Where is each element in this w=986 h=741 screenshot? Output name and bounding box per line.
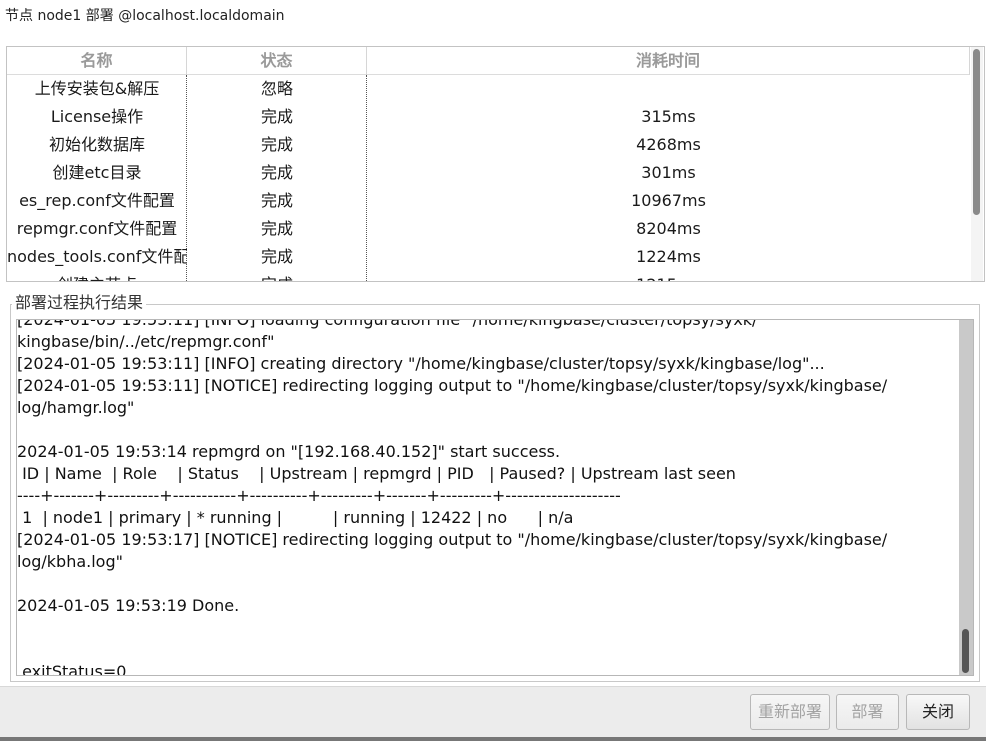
window-title: 节点 node1 部署 @localhost.localdomain xyxy=(5,8,285,24)
column-header-status[interactable]: 状态 xyxy=(187,47,367,75)
log-scrollbar[interactable] xyxy=(959,320,973,675)
log-scrollbar-thumb[interactable] xyxy=(962,629,969,673)
table-row[interactable]: 上传安装包&解压 忽略 xyxy=(7,75,970,103)
step-name: 创建etc目录 xyxy=(52,163,142,182)
table-row[interactable]: repmgr.conf文件配置 完成 8204ms xyxy=(7,215,970,243)
step-status: 完成 xyxy=(260,247,293,266)
step-name: 初始化数据库 xyxy=(48,135,145,154)
step-time: 1215ms xyxy=(367,271,970,281)
step-status: 完成 xyxy=(260,191,293,210)
column-header-time[interactable]: 消耗时间 xyxy=(367,47,970,75)
step-status: 完成 xyxy=(187,271,367,281)
deploy-button[interactable]: 部署 xyxy=(836,694,899,730)
table-row[interactable]: License操作 完成 315ms xyxy=(7,103,970,131)
step-time: 301ms xyxy=(641,163,696,182)
log-output-text: [2024-01-05 19:53:11] [INFO] loading con… xyxy=(17,319,888,676)
step-time: 1224ms xyxy=(636,247,701,266)
step-name: 创建主节点 xyxy=(7,271,187,281)
step-name: 上传安装包&解压 xyxy=(34,79,160,98)
step-time: 8204ms xyxy=(636,219,701,238)
step-status: 完成 xyxy=(260,107,293,126)
result-group-label: 部署过程执行结果 xyxy=(12,293,147,313)
column-divider xyxy=(186,75,187,281)
step-time: 4268ms xyxy=(636,135,701,154)
table-body: 上传安装包&解压 忽略 License操作 完成 315ms 初始化数据库 完成… xyxy=(7,75,970,281)
column-header-name[interactable]: 名称 xyxy=(7,47,187,75)
table-header: 名称 状态 消耗时间 xyxy=(7,47,970,75)
step-time: 10967ms xyxy=(631,191,706,210)
table-row[interactable]: nodes_tools.conf文件配置 完成 1224ms xyxy=(7,243,970,271)
table-scrollbar[interactable] xyxy=(971,47,983,281)
table-row[interactable]: 创建etc目录 完成 301ms xyxy=(7,159,970,187)
table-row[interactable]: 初始化数据库 完成 4268ms xyxy=(7,131,970,159)
log-output-area[interactable]: [2024-01-05 19:53:11] [INFO] loading con… xyxy=(16,319,974,676)
step-status: 完成 xyxy=(260,135,293,154)
step-status: 完成 xyxy=(260,163,293,182)
window-bottom-edge xyxy=(0,737,986,741)
step-status: 完成 xyxy=(260,219,293,238)
step-name: repmgr.conf文件配置 xyxy=(16,219,178,238)
table-row[interactable]: 创建主节点 完成 1215ms xyxy=(7,271,970,281)
table-scrollbar-thumb[interactable] xyxy=(973,49,980,215)
step-name: nodes_tools.conf文件配置 xyxy=(7,247,187,266)
redeploy-button[interactable]: 重新部署 xyxy=(750,694,830,730)
close-button[interactable]: 关闭 xyxy=(906,694,970,730)
step-time: 315ms xyxy=(641,107,696,126)
button-bar: 重新部署 部署 关闭 xyxy=(0,686,986,737)
step-time xyxy=(367,75,970,103)
step-name: License操作 xyxy=(50,107,144,126)
step-name: es_rep.conf文件配置 xyxy=(19,191,175,210)
column-divider xyxy=(366,75,367,281)
step-status: 忽略 xyxy=(260,79,293,98)
deploy-steps-table: 名称 状态 消耗时间 上传安装包&解压 忽略 License操作 完成 315m… xyxy=(6,46,985,282)
table-row[interactable]: es_rep.conf文件配置 完成 10967ms xyxy=(7,187,970,215)
